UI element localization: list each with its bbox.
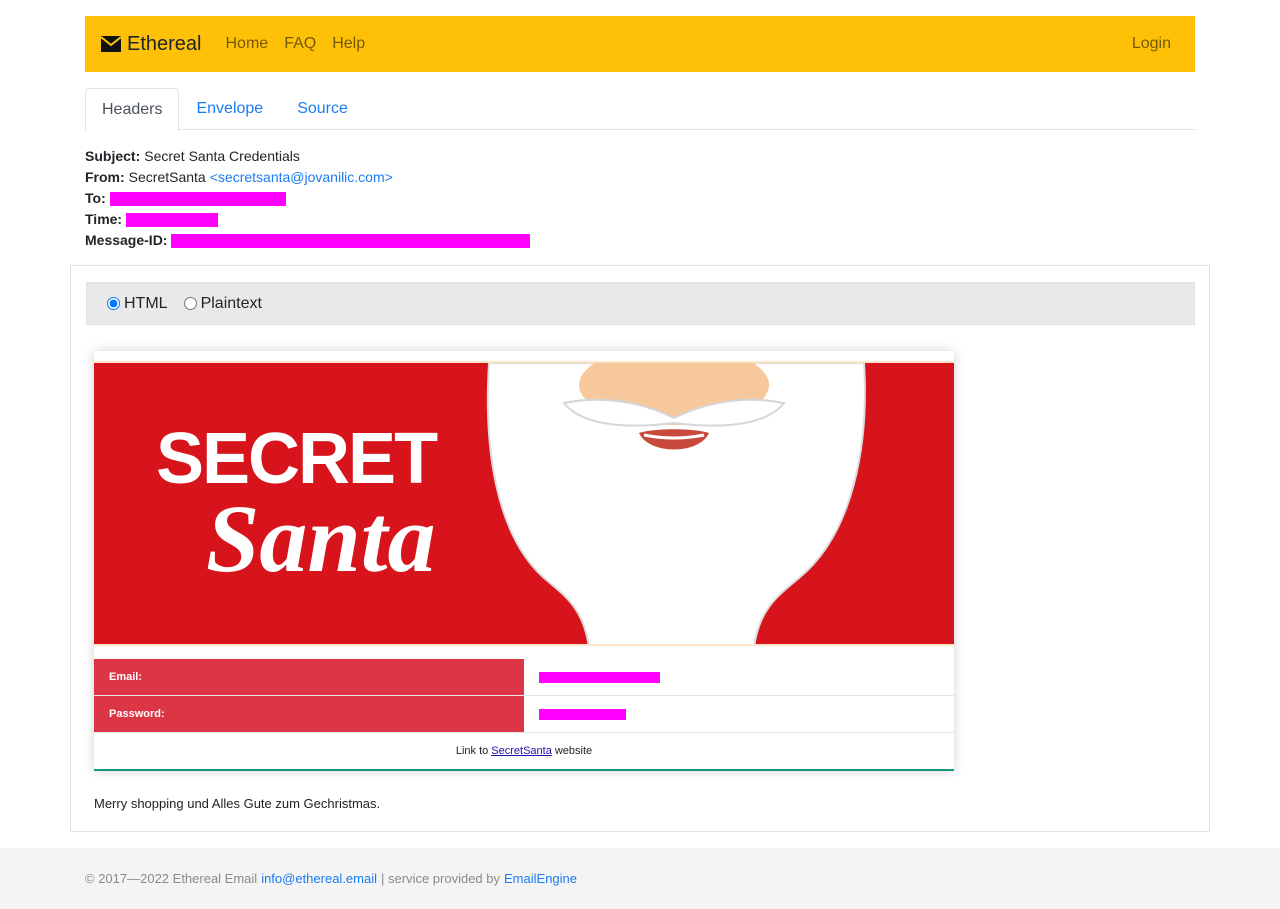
nav-home[interactable]: Home bbox=[218, 35, 277, 53]
html-radio-label: HTML bbox=[124, 294, 168, 312]
emailengine-link[interactable]: EmailEngine bbox=[504, 871, 577, 886]
password-credential-redaction bbox=[539, 708, 626, 720]
nav-faq[interactable]: FAQ bbox=[276, 35, 324, 53]
message-body-panel: HTML Plaintext SECRET Santa Email: Passw… bbox=[70, 265, 1210, 832]
brand-name: Ethereal bbox=[127, 32, 202, 55]
view-plaintext-option[interactable]: Plaintext bbox=[183, 294, 262, 313]
plaintext-radio-label: Plaintext bbox=[200, 294, 262, 312]
closing-message: Merry shopping und Alles Gute zum Gechri… bbox=[94, 796, 381, 811]
to-label: To: bbox=[85, 190, 106, 206]
subject-value: Secret Santa Credentials bbox=[144, 148, 300, 164]
website-link-row: Link to SecretSanta website bbox=[94, 733, 954, 771]
from-label: From: bbox=[85, 169, 125, 185]
view-html-option[interactable]: HTML bbox=[107, 295, 168, 313]
html-radio[interactable] bbox=[107, 297, 120, 310]
password-credential-label: Password: bbox=[94, 696, 524, 732]
from-email-link[interactable]: <secretsanta@jovanilic.com> bbox=[210, 167, 393, 188]
tab-source[interactable]: Source bbox=[280, 88, 365, 130]
view-mode-bar: HTML Plaintext bbox=[86, 282, 1195, 325]
page-footer: © 2017—2022 Ethereal Email info@ethereal… bbox=[0, 848, 1280, 909]
top-navbar: Ethereal Home FAQ Help Login bbox=[85, 16, 1195, 72]
nav-help[interactable]: Help bbox=[324, 35, 373, 53]
email-html-content: SECRET Santa Email: Password: Link to Se… bbox=[94, 351, 954, 771]
time-redaction bbox=[126, 212, 219, 227]
envelope-icon bbox=[101, 36, 121, 52]
message-id-label: Message-ID: bbox=[85, 232, 168, 248]
secret-santa-banner-image: SECRET Santa bbox=[94, 361, 954, 646]
link-prefix: Link to bbox=[455, 745, 489, 757]
message-tabs: Headers Envelope Source bbox=[85, 88, 1195, 131]
subject-label: Subject: bbox=[85, 148, 141, 164]
copyright-text: © 2017—2022 Ethereal Email bbox=[85, 871, 258, 886]
service-text: | service provided by bbox=[381, 871, 501, 886]
secretsanta-website-link[interactable]: SecretSanta bbox=[491, 745, 552, 757]
tab-envelope[interactable]: Envelope bbox=[179, 88, 280, 130]
email-credential-redaction bbox=[539, 671, 660, 683]
link-suffix: website bbox=[554, 745, 593, 757]
brand-link[interactable]: Ethereal bbox=[101, 33, 202, 56]
message-headers: Subject: Secret Santa Credentials From: … bbox=[85, 146, 531, 251]
from-name: SecretSanta bbox=[128, 169, 206, 185]
message-id-redaction bbox=[171, 233, 531, 248]
banner-santa-text: Santa bbox=[206, 485, 436, 592]
time-label: Time: bbox=[85, 211, 123, 227]
login-link[interactable]: Login bbox=[1124, 35, 1179, 52]
plaintext-radio[interactable] bbox=[183, 297, 197, 310]
email-credential-label: Email: bbox=[94, 659, 524, 695]
to-redaction bbox=[109, 191, 286, 206]
password-credential-row: Password: bbox=[94, 696, 954, 733]
contact-email-link[interactable]: info@ethereal.email bbox=[261, 871, 377, 886]
email-credential-row: Email: bbox=[94, 659, 954, 696]
tab-headers[interactable]: Headers bbox=[85, 88, 180, 131]
